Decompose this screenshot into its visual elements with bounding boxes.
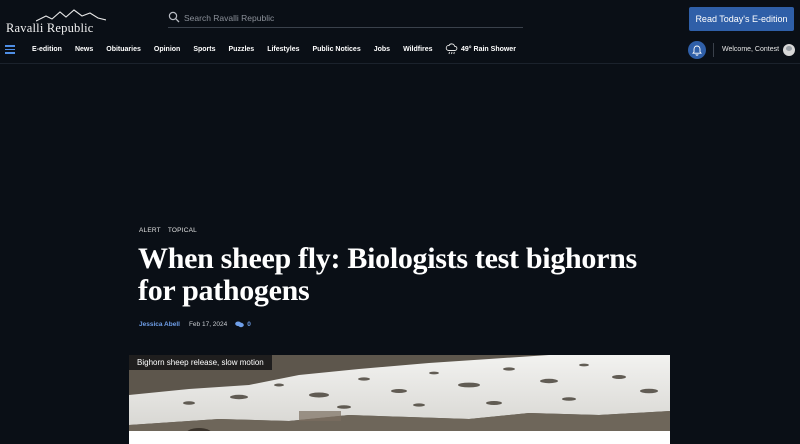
video-caption: Bighorn sheep release, slow motion xyxy=(129,355,272,370)
nav-item-wildfires[interactable]: Wildfires xyxy=(403,45,433,55)
article-headline: When sheep fly: Biologists test bighorns… xyxy=(138,242,637,307)
author-link[interactable]: Jessica Abell xyxy=(139,321,180,328)
site-name: Ravalli Republic xyxy=(6,21,94,35)
nav-item-puzzles[interactable]: Puzzles xyxy=(229,45,255,55)
nav-item-news[interactable]: News xyxy=(75,45,93,55)
main-navigation: E-edition News Obituaries Opinion Sports… xyxy=(0,38,800,64)
site-logo[interactable]: Ravalli Republic xyxy=(6,8,110,36)
bell-icon xyxy=(692,45,702,56)
nav-item-e-edition[interactable]: E-edition xyxy=(32,45,62,55)
nav-items: E-edition News Obituaries Opinion Sports… xyxy=(32,45,446,55)
search-input[interactable] xyxy=(184,11,514,25)
weather-widget[interactable]: 49° Rain Shower xyxy=(445,43,516,55)
notifications-button[interactable] xyxy=(688,41,706,59)
byline: Jessica Abell Feb 17, 2024 0 xyxy=(139,321,251,328)
search-bar[interactable] xyxy=(168,11,523,28)
publish-date: Feb 17, 2024 xyxy=(188,321,228,328)
nav-item-opinion[interactable]: Opinion xyxy=(154,45,180,55)
article-tags: ALERT TOPICAL xyxy=(139,227,204,234)
mountain-logo-icon xyxy=(36,9,106,22)
nav-item-public-notices[interactable]: Public Notices xyxy=(312,45,360,55)
welcome-message[interactable]: Welcome, Contest xyxy=(722,46,779,53)
nav-item-obituaries[interactable]: Obituaries xyxy=(106,45,141,55)
header-divider xyxy=(713,43,714,57)
nav-item-sports[interactable]: Sports xyxy=(193,45,215,55)
search-icon[interactable] xyxy=(168,11,180,23)
comment-bubbles-icon xyxy=(235,321,245,328)
tag-alert[interactable]: ALERT xyxy=(139,227,161,234)
comments-link[interactable]: 0 xyxy=(235,321,251,328)
weather-label: 49° Rain Shower xyxy=(461,45,516,53)
nav-item-jobs[interactable]: Jobs xyxy=(374,45,390,55)
content-area xyxy=(129,431,670,444)
tag-topical[interactable]: TOPICAL xyxy=(168,227,197,234)
comment-count: 0 xyxy=(247,321,251,328)
top-bar: Ravalli Republic Read Today's E-edition xyxy=(0,0,800,38)
avatar[interactable] xyxy=(783,44,795,56)
read-e-edition-button[interactable]: Read Today's E-edition xyxy=(689,7,794,31)
hamburger-menu-icon[interactable] xyxy=(5,45,15,54)
rain-cloud-icon xyxy=(445,43,458,55)
nav-item-lifestyles[interactable]: Lifestyles xyxy=(267,45,299,55)
